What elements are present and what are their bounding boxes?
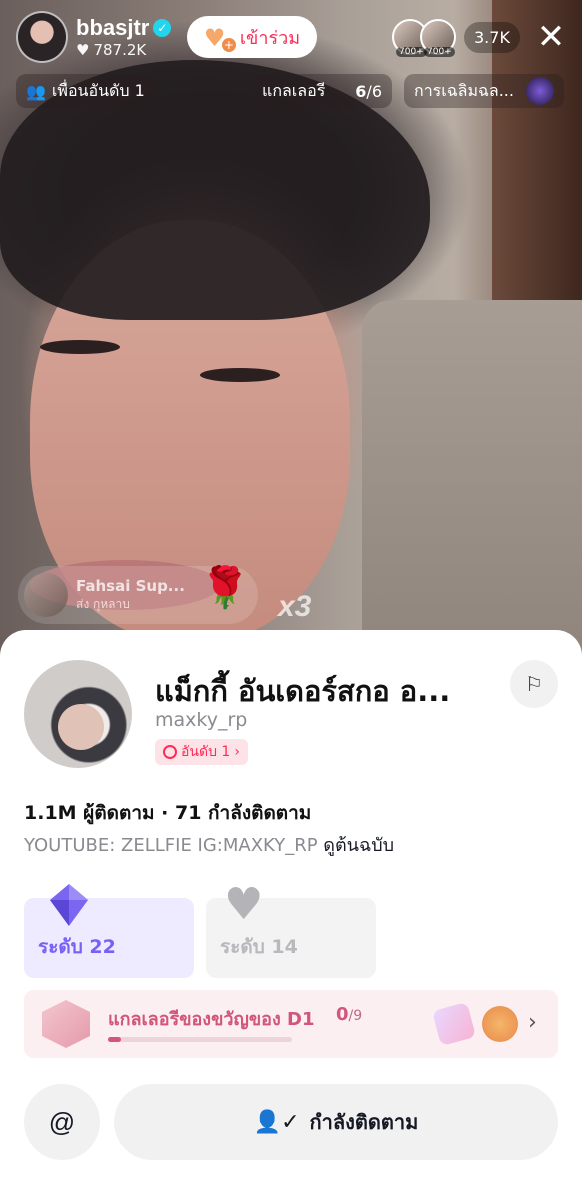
chevron-right-icon: › xyxy=(234,744,240,760)
celebration-chip[interactable]: การเฉลิมฉล... xyxy=(404,74,564,108)
gallery-chip[interactable]: แกลเลอรี 6/6 xyxy=(252,74,392,108)
gift-sender-name: Fahsai Sup... xyxy=(76,576,185,595)
gift-sender-avatar xyxy=(24,573,68,617)
see-original-link[interactable]: ดูต้นฉบับ xyxy=(323,835,394,856)
mention-button[interactable]: @ xyxy=(24,1084,100,1160)
bio: YOUTUBE: ZELLFIE IG:MAXKY_RP ดูต้นฉบับ xyxy=(24,830,394,859)
gift-combo: x3 xyxy=(278,590,312,623)
celebration-label: การเฉลิมฉล... xyxy=(414,80,514,100)
gift-text: Fahsai Sup... ส่ง กุหลาบ xyxy=(76,577,185,614)
follower-stats: 1.1M ผู้ติดตาม · 71 กำลังติดตาม xyxy=(24,802,312,824)
heart-icon: ♥ xyxy=(76,41,90,59)
video-eye-left xyxy=(40,340,120,354)
diamond-icon xyxy=(50,884,88,926)
fan-level-label: ระดับ 22 xyxy=(38,936,116,958)
heart-level-icon: ♥ xyxy=(224,879,264,930)
host-likes: 787.2K xyxy=(93,41,147,59)
following-label: กำลังติดตาม xyxy=(309,1110,419,1134)
close-button[interactable]: ✕ xyxy=(532,18,570,56)
join-button[interactable]: ♥ + เข้าร่วม xyxy=(187,16,317,58)
report-button[interactable]: ⚐ xyxy=(510,660,558,708)
rose-icon: 🌹 xyxy=(200,565,250,611)
username: maxky_rp xyxy=(155,709,248,731)
gifter-level-card[interactable]: ♥ ระดับ 14 xyxy=(206,882,376,978)
chevron-right-icon: › xyxy=(528,1010,537,1035)
profile-sheet: แม็กกี้ อันเดอร์สกอ อ... ⚐ maxky_rp อันด… xyxy=(0,630,582,1199)
celebration-thumbnail xyxy=(526,77,554,105)
gift-action: ส่ง กุหลาบ xyxy=(76,596,130,611)
gifter-level-label: ระดับ 14 xyxy=(220,936,298,958)
person-check-icon: 👤✓ xyxy=(253,1109,300,1135)
viewer-badge: 700+ xyxy=(424,47,455,57)
display-name: แม็กกี้ อันเดอร์สกอ อ... xyxy=(155,674,451,708)
host-name-row: bbasjtr ✓ xyxy=(76,15,172,41)
host-details: bbasjtr ✓ ♥ 787.2K xyxy=(76,15,172,59)
gift-gallery-title: แกลเลอรีของขวัญของ D1 xyxy=(108,1009,315,1030)
top-friends-label: เพื่อนอันดับ 1 xyxy=(51,80,145,100)
viewer-avatar[interactable]: 700+ xyxy=(420,19,456,57)
rank-label: อันดับ 1 xyxy=(181,744,231,760)
following-button[interactable]: 👤✓ กำลังติดตาม xyxy=(114,1084,558,1160)
verified-icon: ✓ xyxy=(153,19,172,37)
rank-icon xyxy=(163,745,177,759)
fan-level-card[interactable]: ระดับ 22 xyxy=(24,884,194,978)
viewer-count[interactable]: 3.7K xyxy=(464,21,520,53)
bio-text: YOUTUBE: ZELLFIE IG:MAXKY_RP xyxy=(24,835,324,856)
host-name: bbasjtr xyxy=(76,15,150,40)
gift-gallery-progress xyxy=(108,1037,292,1042)
host-info[interactable]: bbasjtr ✓ ♥ 787.2K xyxy=(16,10,172,64)
likes-row: ♥ 787.2K xyxy=(76,41,171,59)
gift-gallery-count: 0/9 xyxy=(336,1004,363,1025)
top-friends-chip[interactable]: 👥 เพื่อนอันดับ 1 xyxy=(16,74,156,108)
rank-badge[interactable]: อันดับ 1 › xyxy=(155,739,248,765)
flag-icon: ⚐ xyxy=(525,673,543,696)
video-seat xyxy=(362,300,582,660)
gift-thumbnail xyxy=(431,1001,477,1047)
gift-gallery-progress-fill xyxy=(108,1037,121,1042)
viewers[interactable]: 700+ 700+ 3.7K xyxy=(392,18,520,57)
gift-gallery-card[interactable]: แกลเลอรีของขวัญของ D1 0/9 › xyxy=(24,990,558,1058)
friends-icon: 👥 xyxy=(26,81,46,101)
join-heart-icon: ♥ + xyxy=(203,24,236,52)
profile-avatar[interactable] xyxy=(24,660,132,768)
gallery-gem-icon xyxy=(42,1000,90,1048)
gallery-chip-count: 6/6 xyxy=(355,81,382,101)
video-eye-right xyxy=(200,368,280,382)
join-label: เข้าร่วม xyxy=(239,27,301,49)
host-avatar[interactable] xyxy=(16,11,68,63)
gift-thumbnail xyxy=(482,1006,518,1042)
gallery-chip-label: แกลเลอรี xyxy=(262,80,326,100)
viewer-badge: 700+ xyxy=(396,47,427,57)
close-icon: ✕ xyxy=(536,18,566,56)
